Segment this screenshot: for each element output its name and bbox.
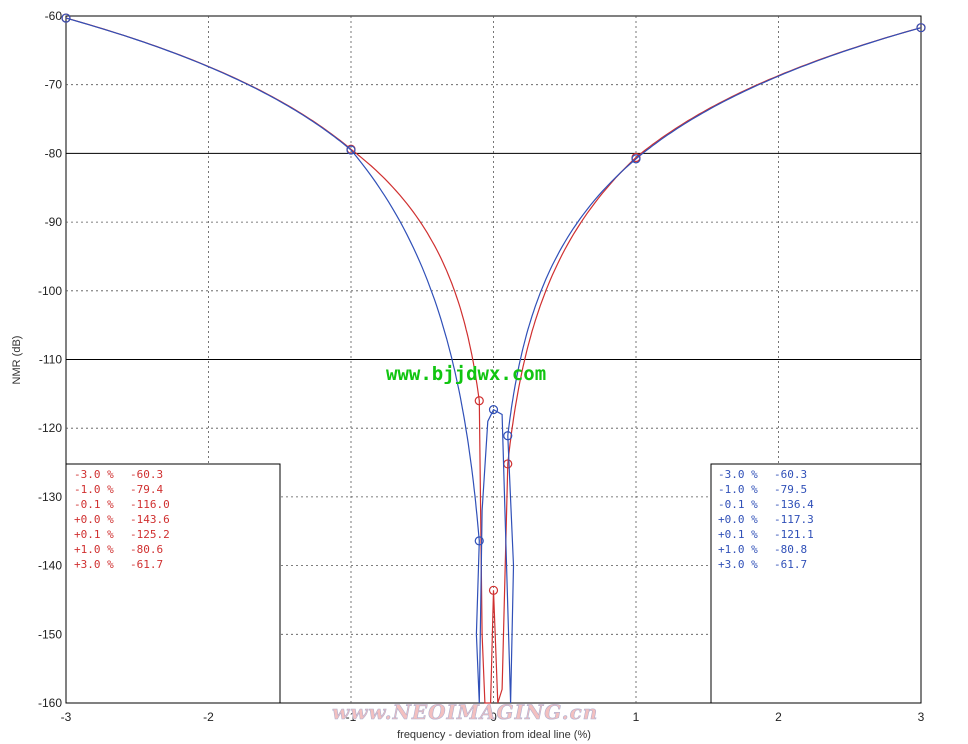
y-tick-label: -130: [38, 490, 62, 504]
watermark-bottom: www.NEOIMAGING.cn: [332, 700, 598, 724]
legend-right: -3.0 % -60.3 -1.0 % -79.5 -0.1 % -136.4 +0.0 %…: [710, 463, 922, 704]
legend-row-value: -80.8: [774, 543, 807, 556]
y-tick-label: -110: [39, 353, 62, 367]
x-tick-label: 2: [775, 710, 782, 724]
legend-row-label: -1.0 %: [718, 483, 758, 496]
y-axis-label: NMR (dB): [11, 336, 23, 385]
y-tick-label: -100: [38, 284, 62, 298]
legend-row-label: -1.0 %: [74, 483, 114, 496]
x-tick-label: -3: [61, 710, 72, 724]
legend-row-label: +3.0 %: [74, 558, 114, 571]
legend-row-label: +3.0 %: [718, 558, 758, 571]
x-tick-label: 3: [918, 710, 925, 724]
x-tick-label: -2: [203, 710, 214, 724]
y-tick-labels: -60 -70 -80 -90 -100 -110 -120 -130 -140 -150 -160: [38, 9, 62, 710]
legend-row-value: -143.6: [130, 513, 170, 526]
legend-row-value: -60.3: [774, 468, 807, 481]
y-tick-label: -60: [45, 9, 63, 23]
legend-row-label: -3.0 %: [718, 468, 758, 481]
legend-row-value: -121.1: [774, 528, 814, 541]
y-tick-label: -120: [38, 421, 62, 435]
legend-row-value: -79.5: [774, 483, 807, 496]
legend-row-value: -79.4: [130, 483, 163, 496]
legend-left: -3.0 % -60.3 -1.0 % -79.4 -0.1 % -116.0 +0.0 %…: [65, 463, 281, 704]
nmr-chart: -60 -70 -80 -90 -100 -110 -120 -130 -140 -150 -160…: [11, 9, 926, 741]
legend-row-label: -0.1 %: [74, 498, 114, 511]
legend-row-value: -61.7: [130, 558, 163, 571]
y-tick-label: -80: [45, 146, 63, 160]
legend-row-label: +0.0 %: [74, 513, 114, 526]
y-tick-label: -140: [38, 559, 62, 573]
legend-row-label: +0.0 %: [718, 513, 758, 526]
legend-row-value: -60.3: [130, 468, 163, 481]
legend-row-value: -117.3: [774, 513, 814, 526]
legend-row-value: -116.0: [130, 498, 170, 511]
legend-row-label: -3.0 %: [74, 468, 114, 481]
legend-row-label: +1.0 %: [74, 543, 114, 556]
legend-row-label: +1.0 %: [718, 543, 758, 556]
x-axis-label: frequency - deviation from ideal line (%…: [397, 729, 591, 741]
legend-row-label: +0.1 %: [718, 528, 758, 541]
y-tick-label: -150: [38, 627, 62, 641]
watermark-top: www.bjjdwx.com: [386, 363, 546, 385]
legend-row-value: -80.6: [130, 543, 163, 556]
legend-row-label: -0.1 %: [718, 498, 758, 511]
y-tick-label: -70: [45, 78, 63, 92]
y-tick-label: -160: [38, 696, 62, 710]
legend-row-value: -61.7: [774, 558, 807, 571]
legend-row-value: -125.2: [130, 528, 170, 541]
x-tick-label: 1: [633, 710, 640, 724]
legend-row-value: -136.4: [774, 498, 814, 511]
y-tick-label: -90: [45, 215, 63, 229]
legend-row-label: +0.1 %: [74, 528, 114, 541]
